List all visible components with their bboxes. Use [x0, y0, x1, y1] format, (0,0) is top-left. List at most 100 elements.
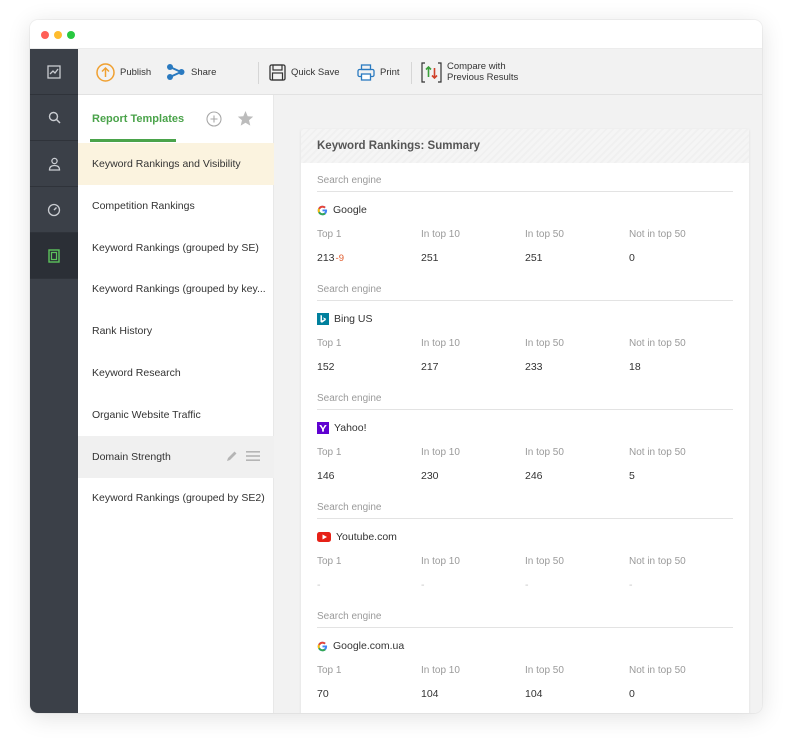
search-engine-name-row: Yahoo!	[317, 421, 367, 435]
publish-button[interactable]: Publish	[96, 49, 151, 95]
template-item[interactable]: Keyword Rankings (grouped by SE)	[78, 227, 274, 269]
template-item[interactable]: Competition Rankings	[78, 185, 274, 227]
metric-value: 217	[421, 361, 439, 373]
main-sidebar	[30, 49, 78, 713]
metric-value: 18	[629, 361, 641, 373]
search-icon	[48, 111, 61, 124]
template-item[interactable]: Organic Website Traffic	[78, 394, 274, 436]
save-icon	[269, 63, 286, 81]
metric-header: Top 1	[317, 338, 342, 349]
search-engine-label: Search engine	[317, 284, 382, 295]
metric-value: 0	[629, 252, 635, 264]
toolbar: Publish Share Quick Save Print Compare w…	[78, 49, 762, 95]
template-item-label: Rank History	[92, 325, 153, 338]
templates-tab-bar: Report Templates	[78, 95, 274, 143]
chart-icon	[47, 64, 61, 79]
report-content-area: Keyword Rankings: Summary Search engine G…	[274, 95, 762, 713]
metric-value: -	[421, 579, 425, 591]
metric-value-text: 233	[525, 361, 543, 373]
metric-value: -	[629, 579, 633, 591]
minimize-window-dot[interactable]	[54, 31, 62, 39]
google-icon	[317, 641, 328, 651]
divider	[317, 627, 733, 628]
search-engine-section: Search engine Youtube.com Top 1 In top 10 In…	[317, 502, 733, 611]
template-item-label: Keyword Rankings (grouped by SE)	[92, 241, 259, 254]
quick-save-button[interactable]: Quick Save	[269, 49, 340, 95]
user-icon	[48, 157, 60, 171]
youtube-icon	[317, 532, 331, 542]
metric-header: Not in top 50	[629, 338, 686, 349]
search-engine-name-row: Youtube.com	[317, 530, 397, 544]
metric-value: 152	[317, 361, 335, 373]
search-engine-label: Search engine	[317, 611, 382, 622]
print-button[interactable]: Print	[357, 49, 400, 95]
metric-value: 5	[629, 470, 635, 482]
search-engine-name: Youtube.com	[336, 531, 397, 543]
compare-button[interactable]: Compare with Previous Results	[421, 49, 518, 95]
metric-value-text: 246	[525, 470, 543, 482]
metric-header: Not in top 50	[629, 556, 686, 567]
template-item-label: Domain Strength	[92, 450, 171, 463]
search-engine-name-row: Google.com.ua	[317, 639, 404, 653]
metric-value: 213-9	[317, 252, 344, 264]
metric-value: 104	[421, 688, 439, 700]
tab-report-templates[interactable]: Report Templates	[92, 113, 184, 125]
search-engine-name: Google	[333, 204, 367, 216]
template-item[interactable]: Keyword Research	[78, 352, 274, 394]
sidebar-item-dashboard[interactable]	[30, 49, 78, 95]
toolbar-separator	[258, 62, 259, 84]
search-engine-name: Google.com.ua	[333, 640, 405, 652]
metric-value: -	[525, 579, 529, 591]
maximize-window-dot[interactable]	[67, 31, 75, 39]
metric-header: In top 50	[525, 556, 564, 567]
sidebar-item-users[interactable]	[30, 141, 78, 187]
compare-label-line1: Compare with	[447, 61, 506, 72]
template-item[interactable]: Keyword Rankings and Visibility	[78, 143, 274, 185]
metric-value-text: -	[629, 579, 633, 591]
search-engine-section: Search engine Google Top 1 In top 10 In top …	[317, 175, 733, 284]
template-item[interactable]: Keyword Rankings (grouped by key...	[78, 268, 274, 310]
template-item[interactable]: Rank History	[78, 310, 274, 352]
google-icon	[317, 205, 328, 215]
report-icon	[48, 248, 60, 263]
template-item-label: Keyword Rankings (grouped by SE2)	[92, 492, 265, 505]
share-button[interactable]: Share	[166, 49, 216, 95]
star-icon[interactable]	[237, 110, 254, 127]
metric-value: 230	[421, 470, 439, 482]
quick-save-label: Quick Save	[291, 66, 340, 78]
search-engine-section: Search engine Yahoo! Top 1 In top 10 In top …	[317, 393, 733, 502]
compare-label-line2: Previous Results	[447, 72, 519, 83]
report-card-header: Keyword Rankings: Summary	[301, 129, 749, 163]
add-template-icon[interactable]	[206, 111, 222, 127]
metric-header: Top 1	[317, 447, 342, 458]
metric-header: In top 10	[421, 338, 460, 349]
metric-value-text: 104	[421, 688, 439, 700]
metric-header: In top 10	[421, 447, 460, 458]
divider	[317, 409, 733, 410]
metric-header: Top 1	[317, 229, 342, 240]
search-engine-name-row: Google	[317, 203, 367, 217]
close-window-dot[interactable]	[41, 31, 49, 39]
template-item[interactable]: Keyword Rankings (grouped by SE2)	[78, 477, 274, 519]
template-item-label: Organic Website Traffic	[92, 408, 201, 421]
compare-label: Compare with Previous Results	[447, 61, 518, 83]
compare-icon	[421, 61, 442, 83]
sidebar-item-search[interactable]	[30, 95, 78, 141]
bing-icon	[317, 313, 329, 325]
search-engine-label: Search engine	[317, 502, 382, 513]
metric-value-text: 152	[317, 361, 335, 373]
metric-value-text: -	[317, 579, 321, 591]
divider	[317, 300, 733, 301]
report-card: Keyword Rankings: Summary Search engine G…	[301, 129, 749, 713]
edit-icon[interactable]	[225, 450, 238, 463]
divider	[317, 191, 733, 192]
drag-handle-icon[interactable]	[246, 450, 260, 462]
title-bar	[30, 20, 762, 49]
publish-icon	[96, 62, 115, 82]
template-item[interactable]: Domain Strength	[78, 435, 274, 478]
metric-value-text: 70	[317, 688, 329, 700]
sidebar-item-reports[interactable]	[30, 233, 78, 279]
sidebar-item-performance[interactable]	[30, 187, 78, 233]
search-engine-name-row: Bing US	[317, 312, 373, 326]
metric-value-text: 18	[629, 361, 641, 373]
